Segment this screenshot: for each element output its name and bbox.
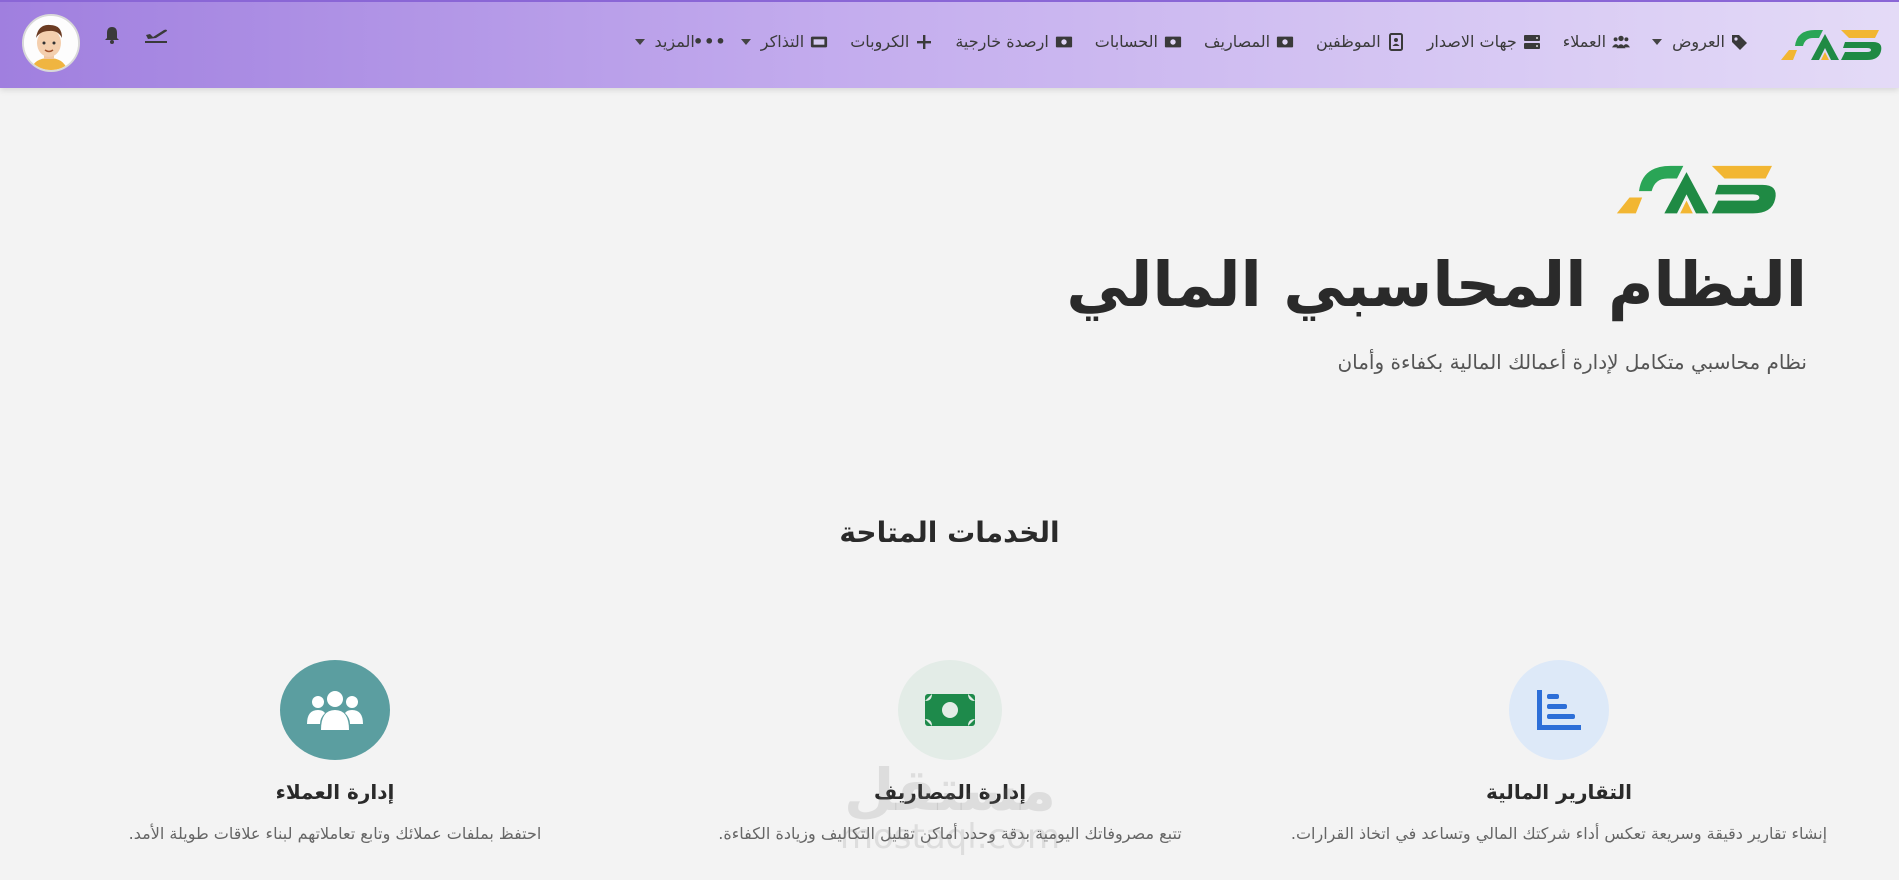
user-avatar[interactable] <box>22 14 80 72</box>
brand-logo[interactable] <box>1775 20 1887 68</box>
money-icon <box>925 694 975 726</box>
service-description: إنشاء تقارير دقيقة وسريعة تعكس أداء شركت… <box>1290 824 1828 843</box>
nav-expenses[interactable]: المصاريف <box>1204 32 1294 51</box>
hero-logo <box>1616 165 1776 214</box>
clients-icon-circle <box>280 660 390 760</box>
nav-issuers[interactable]: جهات الاصدار <box>1427 32 1541 51</box>
services-heading: الخدمات المتاحة <box>839 516 1060 549</box>
nav-employees[interactable]: الموظفين <box>1316 32 1405 51</box>
service-title: إدارة المصاريف <box>873 780 1027 804</box>
nav-external-balances[interactable]: ارصدة خارجية <box>955 32 1072 51</box>
expenses-icon-circle <box>898 660 1002 760</box>
nav-clients-label: العملاء <box>1562 32 1607 51</box>
service-card-reports: التقارير المالية إنشاء تقارير دقيقة وسري… <box>1279 660 1839 843</box>
plane-departure-icon[interactable] <box>144 25 168 45</box>
ellipsis-icon: ••• <box>692 31 727 51</box>
money-icon <box>1276 34 1294 50</box>
nav-offers-label: العروض <box>1672 32 1725 51</box>
tags-icon <box>1731 34 1749 50</box>
service-card-expenses: إدارة المصاريف تتبع مصروفاتك اليومية بدق… <box>670 660 1230 843</box>
money-icon <box>1164 34 1182 50</box>
nav-expenses-label: المصاريف <box>1203 32 1271 51</box>
nav-clients[interactable]: العملاء <box>1562 32 1631 51</box>
nav-issuers-label: جهات الاصدار <box>1426 32 1517 51</box>
server-icon <box>1523 34 1541 50</box>
nav-external-balances-label: ارصدة خارجية <box>955 32 1049 51</box>
chart-icon <box>1537 690 1581 730</box>
chevron-down-icon <box>634 38 645 45</box>
nav-groups-label: الكروبات <box>850 32 910 51</box>
service-card-clients: إدارة العملاء احتفظ بملفات عملائك وتابع … <box>55 660 615 843</box>
service-description: تتبع مصروفاتك اليومية بدقة وحدد أماكن تق… <box>718 824 1182 843</box>
nav-tickets[interactable]: التذاكر <box>740 32 828 51</box>
users-icon <box>307 691 363 730</box>
bell-icon[interactable] <box>100 25 124 45</box>
nav-employees-label: الموظفين <box>1316 32 1381 51</box>
hero-title: النظام المحاسبي المالي <box>1066 248 1807 321</box>
nav-groups[interactable]: الكروبات <box>850 32 933 51</box>
nav-offers[interactable]: العروض <box>1652 32 1749 51</box>
nav-accounts[interactable]: الحسابات <box>1095 32 1182 51</box>
nav-accounts-label: الحسابات <box>1094 32 1158 51</box>
users-icon <box>1612 34 1631 50</box>
service-title: إدارة العملاء <box>275 780 395 804</box>
ticket-icon <box>810 34 828 50</box>
chevron-down-icon <box>1652 38 1663 45</box>
id-card-icon <box>1387 32 1405 51</box>
nav-more-label: المزيد <box>654 32 695 51</box>
plus-icon <box>915 34 933 50</box>
service-description: احتفظ بملفات عملائك وتابع تعاملاتهم لبنا… <box>128 824 542 843</box>
reports-icon-circle <box>1509 660 1609 760</box>
hero-subtitle: نظام محاسبي متكامل لإدارة أعمالك المالية… <box>1337 350 1807 374</box>
nav-tickets-label: التذاكر <box>760 32 805 51</box>
money-icon <box>1055 34 1073 50</box>
chevron-down-icon <box>740 38 751 45</box>
service-title: التقارير المالية <box>1486 780 1632 804</box>
top-navbar: العروض العملاء جهات الاصدار الموظفين الم… <box>0 0 1899 88</box>
nav-more[interactable]: ••• المزيد <box>634 31 727 51</box>
